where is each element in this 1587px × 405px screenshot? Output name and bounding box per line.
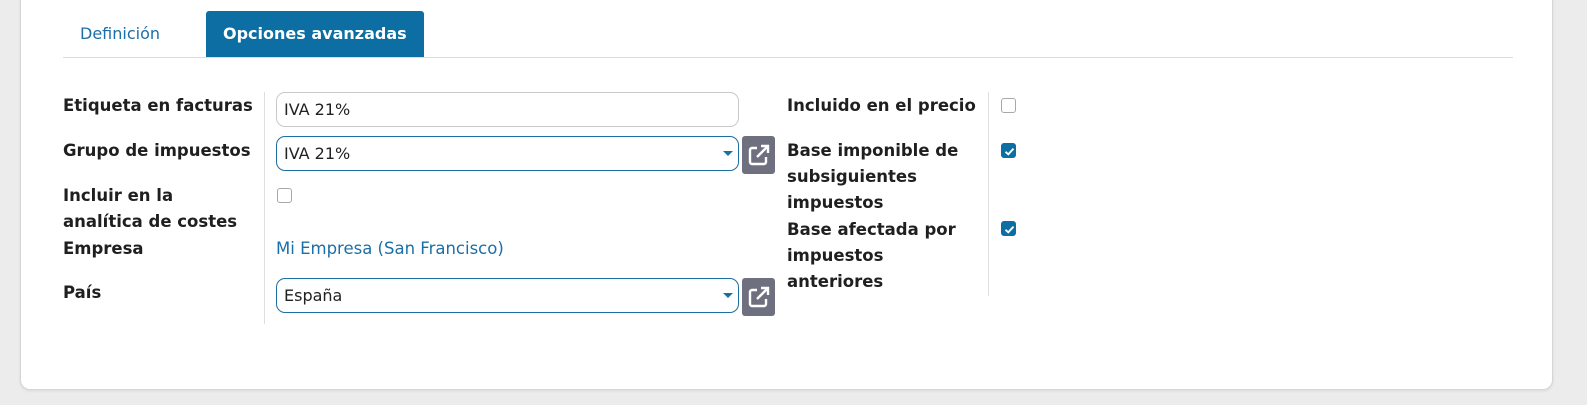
affected-base-checkbox[interactable] (1001, 221, 1016, 236)
affected-base-label-line-1: Base afectada por (787, 220, 956, 239)
include-base-checkbox[interactable] (1001, 143, 1016, 158)
country-select[interactable]: España (276, 278, 739, 313)
left-column-divider (264, 92, 265, 324)
notebook-tabs: Definición Opciones avanzadas (63, 11, 1513, 58)
check-icon (1004, 147, 1015, 156)
form-sheet: Definición Opciones avanzadas Etiqueta e… (20, 0, 1553, 390)
include-base-label-line-3: impuestos (787, 193, 884, 212)
affected-base-label-line-3: anteriores (787, 272, 884, 291)
affected-base-label-line-2: impuestos (787, 246, 884, 265)
external-link-icon (748, 286, 769, 308)
tab-opciones-avanzadas[interactable]: Opciones avanzadas (206, 11, 424, 57)
price-include-checkbox[interactable] (1001, 98, 1016, 113)
company-link[interactable]: Mi Empresa (San Francisco) (276, 236, 504, 262)
company-label: Empresa (63, 239, 144, 258)
analytic-label-line-1: Incluir en la (63, 186, 174, 205)
country-external-link-button[interactable] (742, 278, 775, 316)
caret-down-icon (723, 151, 733, 156)
tab-definicion[interactable]: Definición (63, 11, 177, 57)
tax-group-label: Grupo de impuestos (63, 141, 251, 160)
price-include-label: Incluido en el precio (787, 96, 976, 115)
check-icon (1004, 225, 1015, 234)
include-base-label-line-1: Base imponible de (787, 141, 959, 160)
country-label: País (63, 283, 102, 302)
invoice-label-input[interactable]: IVA 21% (276, 92, 739, 127)
right-column-divider (988, 92, 989, 296)
analytic-checkbox[interactable] (277, 188, 292, 203)
country-value: España (284, 286, 343, 305)
tax-group-value: IVA 21% (284, 144, 351, 163)
caret-down-icon (723, 293, 733, 298)
tax-group-select[interactable]: IVA 21% (276, 136, 739, 171)
invoice-label-label: Etiqueta en facturas (63, 96, 253, 115)
analytic-label-line-2: analítica de costes (63, 212, 238, 231)
tax-group-external-link-button[interactable] (742, 136, 775, 174)
external-link-icon (748, 144, 769, 166)
include-base-label-line-2: subsiguientes (787, 167, 917, 186)
